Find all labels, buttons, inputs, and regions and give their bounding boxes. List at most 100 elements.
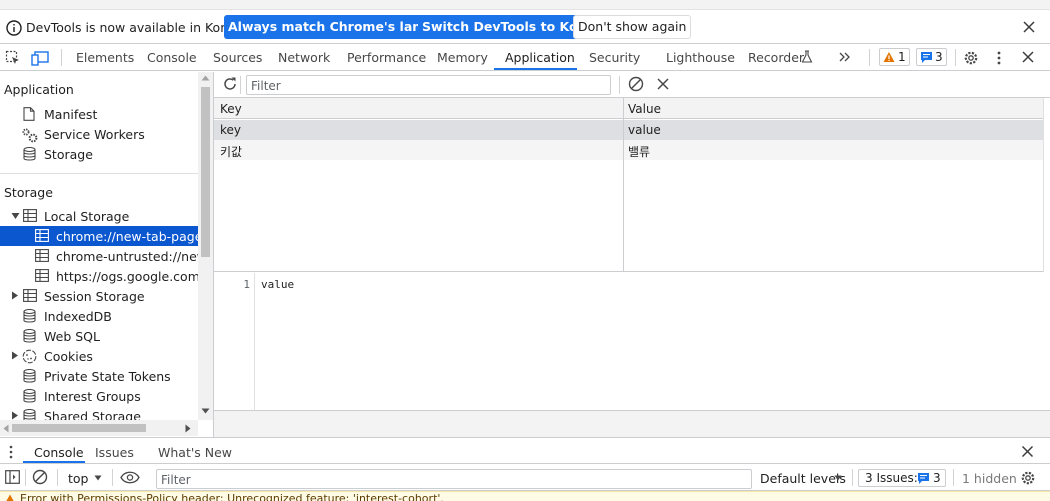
sidebar-item-cookies[interactable]: Cookies bbox=[0, 346, 198, 366]
tab-performance[interactable]: Performance bbox=[347, 50, 426, 65]
sidebar-item-interest-groups[interactable]: Interest Groups bbox=[0, 386, 198, 406]
column-header-key[interactable]: Key bbox=[220, 102, 242, 116]
preview-code-text[interactable]: value bbox=[261, 278, 294, 291]
close-infobar-icon[interactable] bbox=[1022, 20, 1036, 34]
toolbar-separator bbox=[852, 469, 853, 486]
warning-triangle-icon bbox=[5, 494, 15, 501]
sidebar-item-manifest[interactable]: Manifest bbox=[0, 104, 198, 124]
console-filter-input[interactable]: Filter bbox=[156, 469, 752, 489]
sidebar-item-session-storage[interactable]: Session Storage bbox=[0, 286, 198, 306]
sidebar-item-private-state-tokens[interactable]: Private State Tokens bbox=[0, 366, 198, 386]
sidebar-item-origin-untrusted-new-tab-page[interactable]: chrome-untrusted://new-tab-page/ bbox=[0, 246, 198, 266]
table-row[interactable]: 키값 밸류 bbox=[214, 140, 1043, 160]
warning-text: Error with Permissions-Policy header: Un… bbox=[20, 492, 444, 501]
cell-key: key bbox=[220, 123, 242, 137]
refresh-icon[interactable] bbox=[222, 76, 238, 92]
database-icon bbox=[23, 309, 36, 323]
sidebar-item-label: Interest Groups bbox=[44, 389, 141, 404]
cookie-icon bbox=[22, 349, 37, 364]
infobar-message: DevTools is now available in Korean! bbox=[26, 20, 254, 35]
tab-recorder[interactable]: Recorder bbox=[748, 50, 804, 65]
console-warning-message: Error with Permissions-Policy header: Un… bbox=[0, 491, 1050, 501]
tab-application[interactable]: Application bbox=[505, 50, 575, 65]
drawer-menu-icon[interactable] bbox=[8, 445, 14, 459]
sidebar-item-service-workers[interactable]: Service Workers bbox=[0, 124, 198, 144]
scroll-down-arrow-icon[interactable] bbox=[201, 408, 210, 414]
sidebar-vertical-scroll-thumb[interactable] bbox=[201, 87, 210, 257]
show-sidebar-icon[interactable] bbox=[5, 470, 20, 484]
line-number: 1 bbox=[243, 278, 250, 291]
tab-memory[interactable]: Memory bbox=[437, 50, 488, 65]
tab-network[interactable]: Network bbox=[278, 50, 330, 65]
tab-security[interactable]: Security bbox=[589, 50, 640, 65]
warnings-count: 1 bbox=[898, 50, 906, 64]
messages-badge[interactable]: 3 bbox=[916, 48, 947, 66]
close-devtools-icon[interactable] bbox=[1021, 50, 1035, 64]
active-drawer-tab-indicator bbox=[23, 461, 85, 463]
sidebar-item-shared-storage[interactable]: Shared Storage bbox=[0, 406, 198, 420]
sidebar-item-local-storage[interactable]: Local Storage bbox=[0, 206, 198, 226]
collapsed-triangle-icon[interactable] bbox=[11, 351, 19, 360]
storage-filter-input[interactable]: Filter bbox=[246, 75, 611, 95]
sidebar-horizontal-scroll-thumb[interactable] bbox=[12, 424, 146, 432]
sidebar-section-application: Application bbox=[4, 82, 74, 97]
cell-value: value bbox=[628, 123, 661, 137]
console-toolbar: top Filter Default levels 3 Issues: 3 1 … bbox=[0, 464, 1050, 491]
database-icon bbox=[23, 389, 36, 403]
default-levels-dropdown[interactable]: Default levels bbox=[760, 471, 846, 486]
sidebar-item-label: chrome-untrusted://new-tab-page/ bbox=[56, 249, 198, 264]
more-options-icon[interactable] bbox=[993, 50, 1005, 66]
close-drawer-icon[interactable] bbox=[1021, 445, 1034, 458]
cell-value: 밸류 bbox=[628, 145, 651, 159]
console-settings-gear-icon[interactable] bbox=[1020, 470, 1036, 486]
sidebar-item-storage-overview[interactable]: Storage bbox=[0, 144, 198, 164]
tab-console[interactable]: Console bbox=[147, 50, 197, 65]
scroll-left-arrow-icon[interactable] bbox=[3, 424, 9, 433]
clear-console-icon[interactable] bbox=[32, 469, 48, 485]
key-value-table: Key Value key value 키값 밸류 bbox=[214, 98, 1043, 272]
sidebar-item-label: Shared Storage bbox=[44, 409, 141, 420]
application-sidebar: Application Manifest Service Workers Sto… bbox=[0, 72, 198, 420]
table-grid-icon bbox=[35, 249, 49, 262]
drawer-tab-issues[interactable]: Issues bbox=[95, 445, 134, 460]
levels-dropdown-arrow-icon[interactable] bbox=[834, 475, 842, 481]
toolbar-separator bbox=[953, 469, 954, 486]
sidebar-item-indexeddb[interactable]: IndexedDB bbox=[0, 306, 198, 326]
database-icon bbox=[23, 329, 36, 343]
drawer-tab-console[interactable]: Console bbox=[34, 445, 84, 460]
sidebar-item-label: chrome://new-tab-page/ bbox=[56, 229, 198, 244]
warnings-badge[interactable]: 1 bbox=[879, 48, 910, 66]
context-dropdown-arrow-icon[interactable] bbox=[94, 475, 102, 481]
column-header-value[interactable]: Value bbox=[628, 102, 661, 116]
settings-gear-icon[interactable] bbox=[963, 50, 979, 66]
tab-elements[interactable]: Elements bbox=[76, 50, 134, 65]
column-divider[interactable] bbox=[623, 98, 624, 272]
sidebar-item-label: Cookies bbox=[44, 349, 93, 364]
table-grid-icon bbox=[23, 209, 37, 222]
device-toolbar-icon[interactable] bbox=[31, 50, 49, 66]
collapsed-triangle-icon[interactable] bbox=[11, 411, 19, 420]
sidebar-item-origin-ogs-google[interactable]: https://ogs.google.com/ bbox=[0, 266, 198, 286]
tab-lighthouse[interactable]: Lighthouse bbox=[666, 50, 735, 65]
window-top-strip bbox=[0, 0, 1050, 10]
drawer-tab-whats-new[interactable]: What's New bbox=[158, 445, 232, 460]
expanded-triangle-icon[interactable] bbox=[11, 212, 20, 220]
inspect-element-icon[interactable] bbox=[5, 50, 21, 66]
sidebar-item-origin-new-tab-page[interactable]: chrome://new-tab-page/ bbox=[0, 226, 198, 246]
scroll-right-arrow-icon[interactable] bbox=[185, 424, 191, 433]
table-row[interactable]: key value bbox=[214, 120, 1043, 140]
sidebar-item-web-sql[interactable]: Web SQL bbox=[0, 326, 198, 346]
context-selector[interactable]: top bbox=[68, 471, 88, 486]
more-tabs-chevron-icon[interactable] bbox=[838, 50, 852, 64]
live-expression-eye-icon[interactable] bbox=[120, 471, 140, 484]
tab-sources[interactable]: Sources bbox=[213, 50, 262, 65]
scroll-up-arrow-icon[interactable] bbox=[201, 75, 210, 81]
collapsed-triangle-icon[interactable] bbox=[11, 291, 19, 300]
issues-counter-button[interactable]: 3 Issues: 3 bbox=[858, 469, 946, 487]
issues-label: 3 Issues: bbox=[865, 471, 918, 485]
dont-show-again-button[interactable]: Don't show again bbox=[573, 15, 692, 39]
clear-all-icon[interactable] bbox=[628, 76, 644, 92]
sidebar-divider bbox=[0, 173, 198, 174]
active-tab-indicator bbox=[494, 68, 577, 70]
delete-selected-icon[interactable] bbox=[657, 78, 669, 90]
